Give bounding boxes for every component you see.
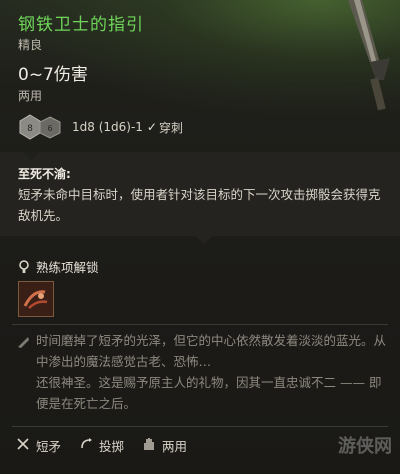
divider: [12, 324, 388, 325]
piercing-icon: ✓: [146, 120, 157, 134]
spear-image: [310, 0, 400, 110]
quill-icon: [16, 334, 30, 353]
section-notch: [22, 152, 40, 160]
tag-throw-label: 投掷: [99, 439, 125, 454]
tag-throw: 投掷: [79, 436, 124, 455]
tag-spear: 短矛: [16, 436, 61, 455]
feature-name: 至死不渝:: [18, 167, 71, 181]
divider: [12, 426, 388, 427]
damage-range: 0~7伤害: [18, 65, 88, 85]
tag-spear-label: 短矛: [36, 439, 62, 454]
die-face-6: 6: [47, 124, 52, 133]
throw-icon: [79, 437, 93, 454]
damage-type: 穿刺: [158, 120, 183, 135]
hand-icon: [142, 437, 156, 454]
tag-versatile-label: 两用: [162, 439, 188, 454]
section-notch-bottom: [195, 236, 213, 244]
proficiency-unlock: 熟练项解锁: [18, 257, 99, 276]
site-watermark: 游侠网: [338, 436, 392, 457]
footer-tags: 短矛 投掷 两用: [16, 436, 205, 455]
spear-icon: [16, 437, 30, 454]
tag-versatile: 两用: [142, 436, 187, 455]
lore-text: 时间磨掉了短矛的光泽，但它的中心依然散发着淡淡的蓝光。从中渗出的魔法感觉古老、恐…: [36, 333, 387, 411]
feature-description: 短矛未命中目标时，使用者针对该目标的下一次攻击掷骰会获得克敌机先。: [18, 187, 381, 223]
dice-icon: 8 6: [18, 113, 64, 141]
weapon-action-icon[interactable]: [18, 281, 54, 317]
item-rarity: 精良: [18, 38, 43, 52]
dice-formula: 1d8 (1d6)-1: [72, 120, 143, 134]
handedness: 两用: [18, 89, 43, 103]
dice-row: 8 6 1d8 (1d6)-1 ✓ 穿刺: [18, 112, 183, 142]
unlock-label: 熟练项解锁: [36, 260, 99, 275]
item-tooltip: 钢铁卫士的指引 精良 0~7伤害 两用 8 6 1d8 (1d6)-1 ✓ 穿刺…: [0, 0, 400, 474]
die-face-8: 8: [27, 124, 33, 134]
lock-icon: [19, 259, 29, 273]
item-name: 钢铁卫士的指引: [18, 15, 144, 35]
